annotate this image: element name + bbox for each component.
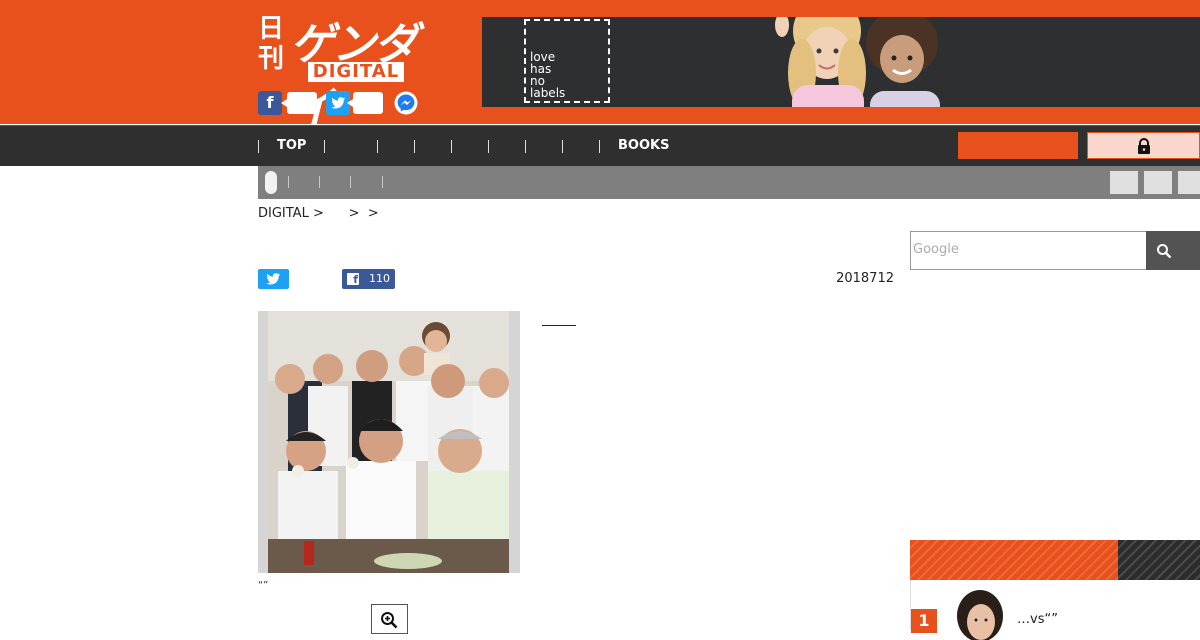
nav-item-6[interactable] — [492, 126, 522, 167]
twitter-share-count — [347, 92, 383, 114]
facebook-share-button[interactable]: f 110 — [342, 269, 395, 289]
facebook-share-icon[interactable]: f — [258, 91, 282, 115]
nav-item-4[interactable] — [418, 126, 448, 167]
article-date: 2018712 — [836, 271, 894, 286]
twitter-tweet-button[interactable] — [258, 269, 289, 289]
nav-separator — [324, 140, 325, 153]
sub-nav-separator — [319, 176, 320, 188]
ranking-item[interactable]: 1 …vs“” — [910, 580, 1200, 640]
ad-photo-children — [775, 17, 940, 107]
article-photo-group — [268, 311, 509, 573]
twitter-bird-icon — [266, 273, 281, 285]
search-placeholder: Google — [913, 242, 959, 257]
sub-nav-button-3[interactable] — [1178, 171, 1200, 194]
sub-nav-separator — [350, 176, 351, 188]
logo-digital: DIGITAL — [308, 62, 404, 82]
sub-nav-button-2[interactable] — [1144, 171, 1172, 194]
nav-separator — [525, 140, 526, 153]
messenger-share-icon[interactable] — [394, 91, 418, 115]
sub-nav-separator — [288, 176, 289, 188]
sub-nav-button-1[interactable] — [1110, 171, 1138, 194]
sub-nav-separator — [382, 176, 383, 188]
ad-slogan-box: love has no labels — [524, 19, 610, 103]
nav-separator — [488, 140, 489, 153]
facebook-icon: f — [347, 273, 359, 286]
search-input[interactable]: Google — [910, 231, 1147, 270]
logo-kanji: 日 刊 — [258, 14, 285, 74]
nav-item-2[interactable] — [336, 126, 372, 167]
nav-separator — [599, 140, 600, 153]
ranking-title: …vs“” — [1017, 612, 1058, 627]
facebook-share-count: 110 — [369, 272, 390, 285]
breadcrumb[interactable]: DIGITAL > > > — [258, 205, 379, 223]
ranking-thumbnail — [949, 590, 1011, 640]
nav-item-books[interactable]: BOOKS — [618, 126, 669, 167]
facebook-share-count — [281, 92, 317, 114]
sub-nav — [258, 166, 1200, 199]
nav-separator — [258, 140, 259, 153]
zoom-in-icon — [381, 612, 398, 629]
nav-separator — [451, 140, 452, 153]
main-nav: TOP BOOKS — [0, 125, 1200, 166]
article-photo-frame — [258, 311, 520, 573]
ranking-number: 1 — [911, 609, 937, 633]
nav-login-button[interactable] — [1087, 132, 1200, 159]
ad-banner[interactable]: love has no labels — [482, 17, 1200, 107]
article-text-dash — [542, 325, 576, 326]
site-logo[interactable]: 日 刊 ゲンダイ DIGITAL — [258, 10, 438, 134]
search-button[interactable] — [1146, 231, 1200, 270]
ranking-tab-active[interactable] — [910, 540, 1118, 580]
site-header: 日 刊 ゲンダイ DIGITAL f love has no labels — [0, 0, 1200, 134]
article-photo[interactable] — [268, 311, 509, 573]
nav-separator — [562, 140, 563, 153]
nav-item-3[interactable] — [382, 126, 412, 167]
nav-separator — [414, 140, 415, 153]
search-icon — [1157, 244, 1172, 259]
lock-icon — [1138, 138, 1150, 154]
nav-separator — [377, 140, 378, 153]
ranking-tab-inactive[interactable] — [1118, 540, 1200, 580]
nav-item-5[interactable] — [455, 126, 485, 167]
sub-nav-pill[interactable] — [265, 171, 277, 194]
nav-item-top[interactable]: TOP — [277, 126, 306, 167]
photo-caption: “” — [258, 580, 269, 591]
nav-register-button[interactable] — [958, 132, 1078, 159]
nav-item-7[interactable] — [529, 126, 559, 167]
